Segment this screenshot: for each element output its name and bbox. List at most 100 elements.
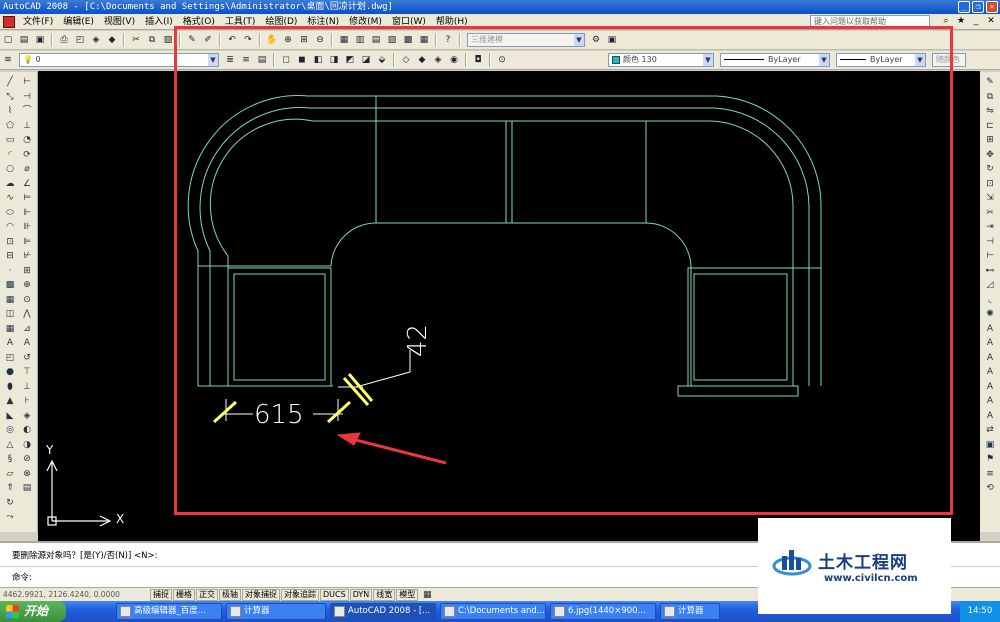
dim-update-icon[interactable]: ↺: [20, 352, 34, 365]
join-icon[interactable]: ⊷: [983, 265, 997, 278]
quick-dim-icon[interactable]: ⊨: [20, 192, 34, 205]
task-calculator-2[interactable]: 计算器: [660, 603, 720, 620]
toggle-otrack[interactable]: 对象追踪: [281, 588, 319, 601]
toggle-osnap[interactable]: 对象捕捉: [242, 588, 280, 601]
mirror-icon[interactable]: ⇋: [983, 105, 997, 118]
move-icon[interactable]: ✥: [983, 149, 997, 162]
dim-diameter-icon[interactable]: ⌀: [20, 163, 34, 176]
center-mark-icon[interactable]: ⊕: [20, 279, 34, 292]
rotate-icon[interactable]: ↻: [983, 163, 997, 176]
slice-icon[interactable]: ⊘: [20, 453, 34, 466]
hatch-icon[interactable]: ▩: [3, 279, 17, 292]
solid-subtract-icon[interactable]: ◐: [20, 424, 34, 437]
point-icon[interactable]: ·: [3, 265, 17, 278]
cylinder-icon[interactable]: ⬮: [3, 381, 17, 394]
ellipse-arc-icon[interactable]: ◠: [3, 221, 17, 234]
doc-minimize-icon[interactable]: _: [970, 15, 982, 27]
dim-edit-icon[interactable]: ⊿: [20, 323, 34, 336]
dim-reassociate-icon[interactable]: ⊦: [20, 395, 34, 408]
dim-continue-icon[interactable]: ⊪: [20, 221, 34, 234]
tolerance-icon[interactable]: ⊞: [20, 265, 34, 278]
fields-icon[interactable]: ▣: [983, 439, 997, 452]
open-file-icon[interactable]: ▤: [17, 33, 31, 47]
inspection-icon[interactable]: ⊙: [20, 294, 34, 307]
extend-icon[interactable]: ⇥: [983, 221, 997, 234]
region-icon[interactable]: ◫: [3, 308, 17, 321]
command-prompt[interactable]: 命令:: [12, 571, 32, 583]
menu-view[interactable]: 视图(V): [99, 14, 140, 30]
chamfer-icon[interactable]: ◿: [983, 279, 997, 292]
stretch-icon[interactable]: ⇲: [983, 192, 997, 205]
3d-dwf-icon[interactable]: ◆: [105, 33, 119, 47]
box-icon[interactable]: ◰: [3, 352, 17, 365]
menu-insert[interactable]: 插入(I): [140, 14, 178, 30]
explode-icon[interactable]: ✺: [983, 308, 997, 321]
dim-override-icon[interactable]: ⊥: [20, 381, 34, 394]
toggle-snap[interactable]: 捕捉: [150, 588, 172, 601]
solid-intersect-icon[interactable]: ◑: [20, 439, 34, 452]
dim-baseline-icon[interactable]: ⊩: [20, 207, 34, 220]
scale-icon[interactable]: ⊡: [983, 178, 997, 191]
break-icon[interactable]: ⊢: [983, 250, 997, 263]
text-style-icon[interactable]: A: [983, 337, 997, 350]
close-icon[interactable]: ✕: [986, 1, 998, 13]
offset-icon[interactable]: ⊏: [983, 120, 997, 133]
task-browser[interactable]: 高级编辑器_百度...: [116, 603, 222, 620]
paste-icon[interactable]: ▧: [161, 33, 175, 47]
dim-break-icon[interactable]: ⊬: [20, 250, 34, 263]
wedge-icon[interactable]: ◣: [3, 410, 17, 423]
edit-text-icon[interactable]: A: [983, 352, 997, 365]
convert-distance-icon[interactable]: ⇄: [983, 424, 997, 437]
text-icon[interactable]: A: [983, 323, 997, 336]
minimize-icon[interactable]: _: [958, 1, 970, 13]
dim-linear-icon[interactable]: ⊢: [20, 76, 34, 89]
scale-text-icon[interactable]: A: [983, 395, 997, 408]
justify-text-icon[interactable]: A: [983, 410, 997, 423]
gradient-icon[interactable]: ▦: [3, 294, 17, 307]
save-icon[interactable]: ▣: [33, 33, 47, 47]
toggle-lineweight[interactable]: 线宽: [373, 588, 396, 601]
dim-angular-icon[interactable]: ∠: [20, 178, 34, 191]
break-at-point-icon[interactable]: ⊣: [983, 236, 997, 249]
layer-manager-icon[interactable]: ≋: [1, 53, 15, 67]
dim-jogged-icon[interactable]: ⟳: [20, 149, 34, 162]
polygon-icon[interactable]: ⬠: [3, 120, 17, 133]
spline-icon[interactable]: ∿: [3, 192, 17, 205]
cone-icon[interactable]: ▲: [3, 395, 17, 408]
restore-icon[interactable]: ❐: [972, 1, 984, 13]
task-image-viewer[interactable]: 6.jpg(1440×900...: [550, 603, 656, 620]
toggle-polar[interactable]: 极轴: [219, 588, 241, 601]
section-icon[interactable]: ⊗: [20, 468, 34, 481]
array-icon[interactable]: ⊞: [983, 134, 997, 147]
toggle-model[interactable]: 模型: [396, 588, 419, 601]
ellipse-icon[interactable]: ⬭: [3, 207, 17, 220]
preview-icon[interactable]: ◰: [73, 33, 87, 47]
dim-ordinate-icon[interactable]: ⊥: [20, 120, 34, 133]
insert-block-icon[interactable]: ⊡: [3, 236, 17, 249]
construction-line-icon[interactable]: ⤡: [3, 91, 17, 104]
menu-file[interactable]: 文件(F): [18, 14, 58, 30]
revcloud-icon[interactable]: ☁: [3, 178, 17, 191]
scale-list-icon[interactable]: ≡: [983, 468, 997, 481]
extrude-icon[interactable]: ⇑: [3, 482, 17, 495]
cut-icon[interactable]: ✂: [129, 33, 143, 47]
dim-text-edit-icon[interactable]: A: [20, 337, 34, 350]
pyramid-icon[interactable]: △: [3, 439, 17, 452]
dim-space-icon[interactable]: ⊫: [20, 236, 34, 249]
planar-surface-icon[interactable]: ▱: [3, 468, 17, 481]
solid-union-icon[interactable]: ◈: [20, 410, 34, 423]
circle-icon[interactable]: ○: [3, 163, 17, 176]
task-calculator-1[interactable]: 计算器: [226, 603, 326, 620]
make-block-icon[interactable]: ⊟: [3, 250, 17, 263]
autocad-app-icon[interactable]: [3, 15, 15, 28]
thicken-icon[interactable]: ▤: [20, 482, 34, 495]
mtext-icon[interactable]: A: [3, 337, 17, 350]
copy-object-icon[interactable]: ⧉: [983, 91, 997, 104]
toggle-grid[interactable]: 栅格: [173, 588, 195, 601]
annotative-icon[interactable]: ⚑: [983, 453, 997, 466]
task-autocad[interactable]: AutoCAD 2008 - [...: [330, 603, 436, 620]
line-icon[interactable]: ╱: [3, 76, 17, 89]
dim-style-icon[interactable]: ⊤: [20, 366, 34, 379]
copy-icon[interactable]: ⧉: [145, 33, 159, 47]
helix-icon[interactable]: §: [3, 453, 17, 466]
